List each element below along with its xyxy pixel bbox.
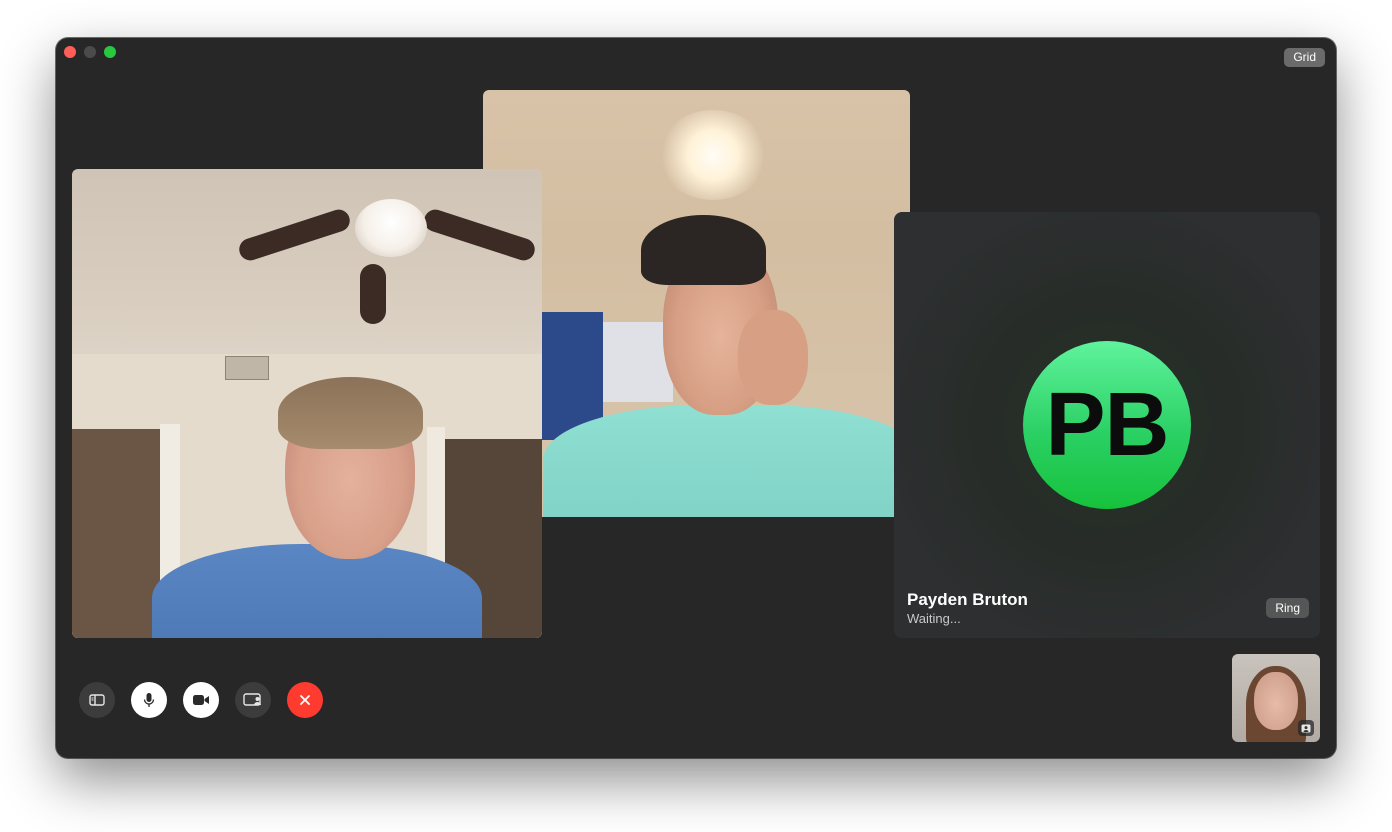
close-icon: [300, 695, 310, 705]
participant-status: Waiting...: [907, 611, 961, 626]
participant-video-center[interactable]: [483, 90, 910, 517]
participant-video-left[interactable]: [72, 169, 542, 638]
mute-button[interactable]: [131, 682, 167, 718]
participant-name: Payden Bruton: [907, 590, 1028, 609]
window-minimize-button[interactable]: [84, 46, 96, 58]
microphone-icon: [143, 693, 155, 707]
share-screen-button[interactable]: [235, 682, 271, 718]
sidebar-toggle-button[interactable]: [79, 682, 115, 718]
window-close-button[interactable]: [64, 46, 76, 58]
self-view-video[interactable]: [1232, 654, 1320, 742]
participant-video-feed: [72, 169, 542, 638]
participant-tile-payden[interactable]: PB Payden Bruton Waiting... Ring: [894, 212, 1320, 638]
avatar: PB: [1023, 341, 1191, 509]
ring-button[interactable]: Ring: [1266, 598, 1309, 618]
facetime-window: Grid PB Payden Bruton Waiting... Ring: [56, 38, 1336, 758]
camera-button[interactable]: [183, 682, 219, 718]
window-zoom-button[interactable]: [104, 46, 116, 58]
leave-call-button[interactable]: [287, 682, 323, 718]
video-camera-icon: [193, 695, 209, 705]
screen-share-icon: [243, 693, 261, 706]
participant-video-feed: [483, 90, 910, 517]
grid-toggle-button[interactable]: Grid: [1284, 48, 1325, 67]
person-frame-icon[interactable]: [1298, 720, 1314, 736]
sidebar-icon: [89, 694, 105, 706]
